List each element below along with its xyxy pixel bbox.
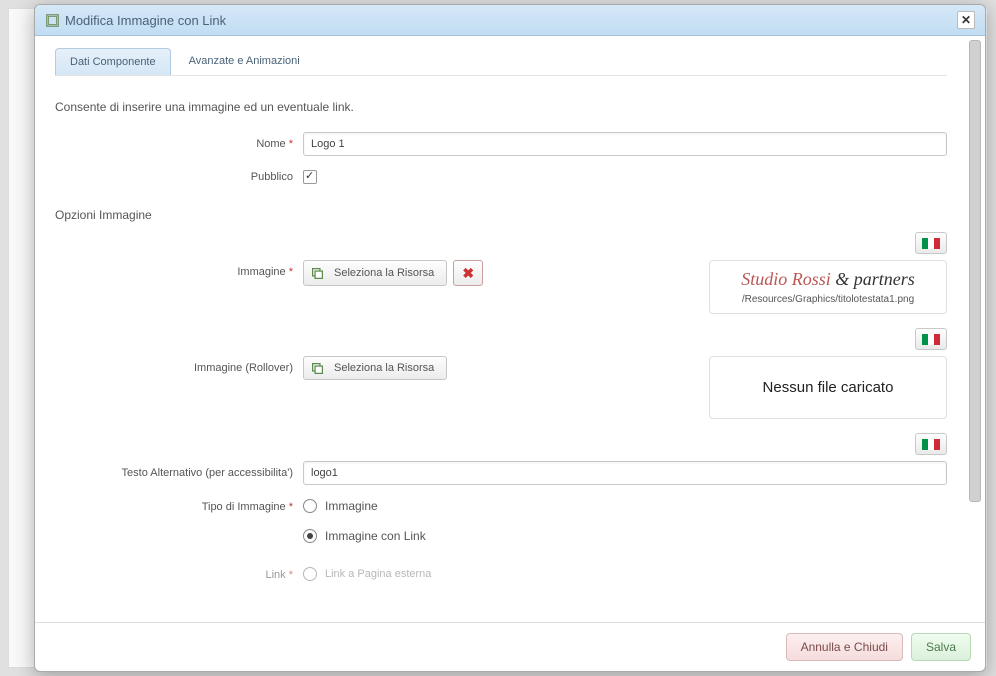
dialog-title: Modifica Immagine con Link — [65, 13, 951, 28]
close-button[interactable]: ✕ — [957, 11, 975, 29]
label-pubblico: Pubblico — [55, 171, 303, 183]
locale-flag-button-1[interactable] — [915, 232, 947, 254]
label-immagine: Immagine * — [55, 260, 303, 278]
select-resource-button-2[interactable]: Seleziona la Risorsa — [303, 356, 447, 380]
scroll-thumb[interactable] — [969, 40, 981, 502]
radio-link-esterna[interactable] — [303, 567, 317, 581]
testo-alt-input[interactable] — [303, 461, 947, 485]
delete-resource-button[interactable]: ✖ — [453, 260, 483, 286]
dialog-header: Modifica Immagine con Link ✕ — [35, 5, 985, 36]
label-testo-alt: Testo Alternativo (per accessibilita') — [55, 467, 303, 479]
nome-input[interactable] — [303, 132, 947, 156]
pubblico-checkbox[interactable] — [303, 170, 317, 184]
locale-flag-button-3[interactable] — [915, 433, 947, 455]
flag-it-icon — [922, 334, 940, 345]
select-resource-label: Seleziona la Risorsa — [334, 267, 434, 279]
preview-path: /Resources/Graphics/titolotestata1.png — [722, 294, 934, 305]
resource-icon — [310, 266, 324, 280]
tabs: Dati Componente Avanzate e Animazioni — [55, 48, 947, 76]
vertical-scrollbar[interactable] — [969, 40, 981, 618]
rollover-preview: Nessun file caricato — [709, 356, 947, 419]
radio-label-immagine-link: Immagine con Link — [325, 529, 426, 543]
resource-icon — [310, 361, 324, 375]
select-resource-button-1[interactable]: Seleziona la Risorsa — [303, 260, 447, 286]
label-tipo-immagine: Tipo di Immagine * — [55, 499, 303, 513]
flag-it-icon — [922, 439, 940, 450]
label-link: Link * — [55, 567, 303, 581]
form-description: Consente di inserire una immagine ed un … — [55, 76, 947, 132]
cancel-button[interactable]: Annulla e Chiudi — [786, 633, 903, 661]
select-resource-label: Seleziona la Risorsa — [334, 362, 434, 374]
preview-logo-text: Studio Rossi & partners — [722, 269, 934, 290]
radio-label-link-esterna: Link a Pagina esterna — [325, 568, 431, 580]
flag-it-icon — [922, 238, 940, 249]
image-preview: Studio Rossi & partners /Resources/Graph… — [709, 260, 947, 314]
edit-image-dialog: Modifica Immagine con Link ✕ Dati Compon… — [34, 4, 986, 672]
label-immagine-rollover: Immagine (Rollover) — [55, 356, 303, 374]
save-button[interactable]: Salva — [911, 633, 971, 661]
radio-tipo-immagine-link[interactable] — [303, 529, 317, 543]
label-nome: Nome * — [55, 138, 303, 150]
tab-dati-componente[interactable]: Dati Componente — [55, 48, 171, 75]
radio-tipo-immagine[interactable] — [303, 499, 317, 513]
radio-label-immagine: Immagine — [325, 499, 378, 513]
tab-avanzate[interactable]: Avanzate e Animazioni — [175, 48, 314, 75]
section-opzioni-immagine: Opzioni Immagine — [55, 208, 947, 222]
image-icon — [45, 13, 59, 27]
locale-flag-button-2[interactable] — [915, 328, 947, 350]
dialog-footer: Annulla e Chiudi Salva — [35, 622, 985, 671]
no-file-text: Nessun file caricato — [722, 365, 934, 410]
